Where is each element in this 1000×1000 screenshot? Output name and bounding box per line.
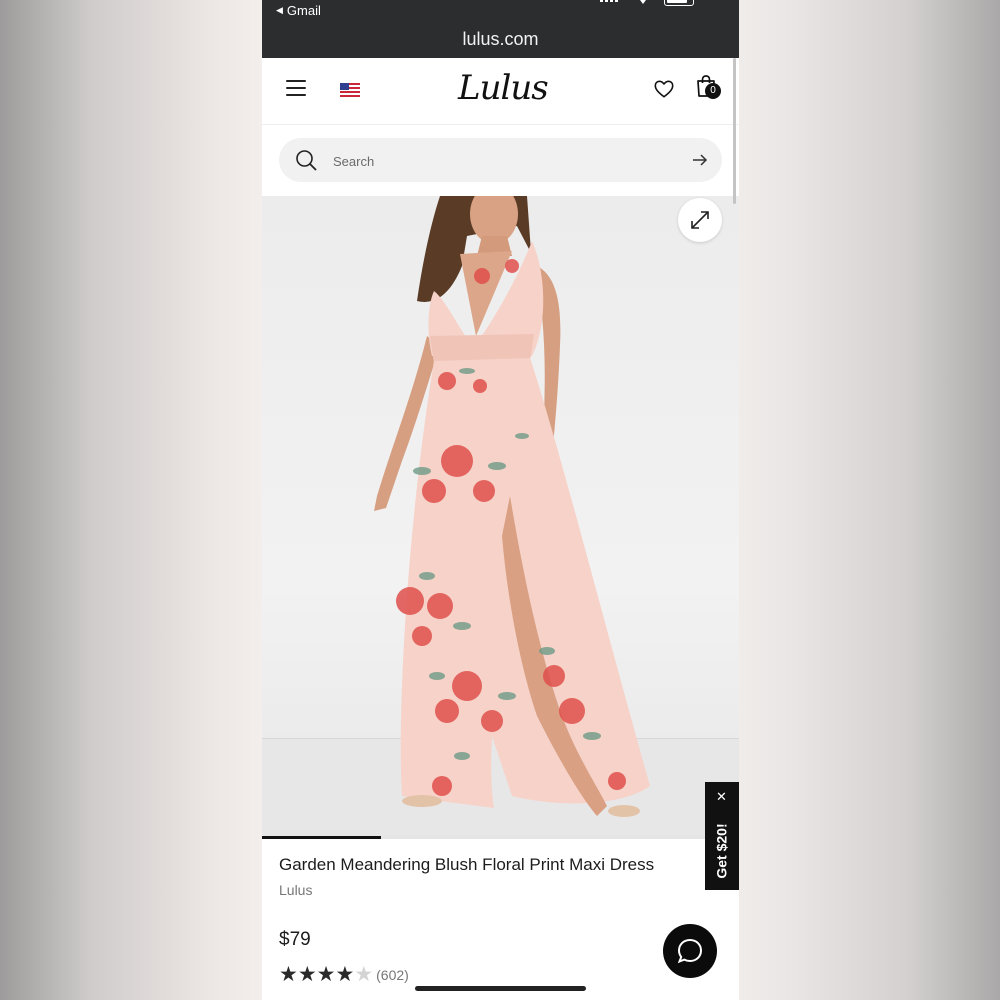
browser-status-bar: ◀ Gmail lulus.com (262, 0, 739, 58)
cart-count-badge: 0 (705, 83, 721, 99)
gallery-progress-bar (262, 836, 739, 839)
chat-bubble-icon (677, 938, 703, 964)
gallery-progress-fill (262, 836, 382, 839)
promo-offer-tab[interactable]: ✕ Get $20! (705, 782, 739, 890)
us-flag-icon[interactable] (340, 83, 360, 97)
star-icon: ★ (316, 963, 336, 986)
search-icon (296, 150, 317, 171)
search-submit-arrow-icon[interactable] (692, 153, 708, 167)
battery-icon (664, 0, 694, 6)
page-scrollbar[interactable] (733, 58, 736, 204)
star-icon: ★ (335, 963, 355, 986)
back-app-label: Gmail (286, 3, 321, 18)
search-input[interactable] (331, 138, 665, 184)
product-rating[interactable]: ★ ★ ★ ★ ★ (602) (279, 963, 409, 986)
site-logo[interactable]: Lulus (458, 68, 549, 108)
chat-button[interactable] (663, 924, 717, 978)
wifi-icon (640, 0, 646, 4)
home-indicator[interactable] (415, 986, 586, 991)
wishlist-heart-icon[interactable] (653, 78, 675, 100)
close-icon[interactable]: ✕ (716, 790, 727, 804)
review-count[interactable]: (602) (376, 967, 409, 983)
product-title: Garden Meandering Blush Floral Print Max… (279, 855, 655, 874)
site-header: Lulus 0 (262, 58, 739, 125)
expand-icon (691, 211, 709, 229)
address-bar-url[interactable]: lulus.com (262, 29, 739, 50)
promo-label: Get $20! (714, 823, 730, 879)
star-icon: ★ (354, 963, 374, 986)
hamburger-menu-icon[interactable] (286, 80, 306, 96)
model-in-floral-dress-illustration (374, 196, 650, 817)
product-price: $79 (279, 929, 311, 950)
signal-icon (600, 0, 618, 2)
star-icon: ★ (297, 963, 317, 986)
back-triangle-icon: ◀ (276, 5, 283, 15)
search-bar (279, 138, 722, 184)
product-brand[interactable]: Lulus (279, 882, 312, 898)
expand-image-button[interactable] (678, 198, 722, 242)
back-to-app-link[interactable]: ◀ Gmail (276, 3, 321, 18)
star-icon: ★ (279, 963, 298, 986)
product-image[interactable] (262, 196, 739, 839)
phone-screen: ◀ Gmail lulus.com Lulus 0 Search Garden … (262, 0, 739, 1000)
backdrop-right (739, 0, 1000, 1000)
backdrop-left (0, 0, 262, 1000)
